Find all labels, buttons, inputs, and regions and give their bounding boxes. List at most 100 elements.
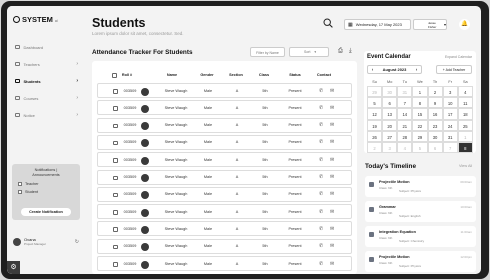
- row-checkbox[interactable]: [113, 210, 118, 215]
- table-row[interactable]: 003509 Steve Waugh Male A 5th Present ✆ ✉: [97, 117, 352, 133]
- student-checkbox[interactable]: [18, 190, 22, 195]
- print-icon[interactable]: ⎙: [338, 48, 343, 55]
- message-icon[interactable]: ✉: [330, 88, 334, 94]
- table-row[interactable]: 003509 Steve Waugh Male A 5th Present ✆ ✉: [97, 186, 352, 202]
- expand-calendar-link[interactable]: Expand Calendar: [445, 55, 472, 59]
- row-checkbox[interactable]: [113, 140, 118, 146]
- calendar-day[interactable]: 8: [457, 141, 473, 154]
- phone-icon[interactable]: ✆: [319, 88, 323, 94]
- message-icon[interactable]: ✉: [330, 157, 334, 163]
- message-icon[interactable]: ✉: [330, 226, 334, 232]
- calendar-day[interactable]: 22: [412, 119, 428, 131]
- bell-icon[interactable]: 🔔: [459, 19, 470, 30]
- calendar-day[interactable]: 24: [442, 119, 458, 131]
- sidebar-item-courses[interactable]: Courses ›: [13, 91, 81, 105]
- calendar-day[interactable]: 8: [412, 97, 428, 109]
- timeline-item[interactable]: Projectile Motion Class: 6th Subject: Phys…: [365, 251, 476, 272]
- row-checkbox[interactable]: [113, 106, 118, 111]
- calendar-day[interactable]: 25: [457, 119, 473, 131]
- date-display[interactable]: ▦ Wednesday, 17 May 2023: [344, 19, 411, 30]
- create-notification-button[interactable]: Create Notification: [21, 208, 71, 216]
- teacher-checkbox-row[interactable]: Teacher: [16, 182, 76, 187]
- calendar-day[interactable]: 20: [382, 119, 398, 131]
- chevron-left-icon[interactable]: ‹: [368, 67, 377, 72]
- calendar-day[interactable]: 3: [382, 141, 398, 154]
- table-row[interactable]: 003509 Steve Waugh Male A 5th Present ✆ ✉: [97, 221, 352, 237]
- calendar-day[interactable]: 14: [397, 108, 413, 120]
- sort-dropdown[interactable]: Sort ▾: [289, 47, 329, 57]
- message-icon[interactable]: ✉: [330, 261, 334, 267]
- phone-icon[interactable]: ✆: [319, 174, 323, 180]
- calendar-day[interactable]: 17: [442, 108, 458, 120]
- teacher-checkbox[interactable]: [18, 182, 22, 187]
- calendar-day[interactable]: 28: [397, 130, 413, 142]
- calendar-day[interactable]: 31: [442, 130, 458, 142]
- user-profile[interactable]: Ovana Project Manager ↻: [13, 237, 81, 246]
- message-icon[interactable]: ✉: [330, 105, 334, 111]
- phone-icon[interactable]: ✆: [319, 122, 323, 128]
- sidebar-item-dashboard[interactable]: Dashboard: [13, 40, 81, 54]
- student-checkbox-row[interactable]: Student: [16, 190, 76, 195]
- view-all-link[interactable]: View All: [459, 164, 472, 168]
- select-all-checkbox[interactable]: [112, 73, 117, 78]
- table-row[interactable]: 003509 Steve Waugh Male A 5th Present ✆ ✉: [97, 238, 352, 254]
- row-checkbox[interactable]: [113, 244, 118, 250]
- message-icon[interactable]: ✉: [330, 122, 334, 128]
- profile-dropdown[interactable]: Jesse Fisher ▾: [413, 19, 447, 30]
- message-icon[interactable]: ✉: [330, 209, 334, 215]
- table-row[interactable]: 003509 Steve Waugh Male A 5th Present ✆ ✉: [97, 134, 352, 150]
- phone-icon[interactable]: ✆: [319, 105, 323, 111]
- calendar-day[interactable]: 26: [367, 130, 383, 142]
- message-icon[interactable]: ✉: [330, 191, 334, 197]
- calendar-day[interactable]: 29: [367, 86, 383, 98]
- calendar-day[interactable]: 11: [457, 97, 473, 109]
- chevron-right-icon[interactable]: ›: [412, 67, 421, 72]
- refresh-icon[interactable]: ↻: [75, 239, 79, 245]
- row-checkbox[interactable]: [113, 227, 118, 232]
- calendar-day[interactable]: 2: [367, 141, 383, 154]
- phone-icon[interactable]: ✆: [319, 209, 323, 215]
- phone-icon[interactable]: ✆: [319, 261, 323, 267]
- table-row[interactable]: 003509 Steve Waugh Male A 5th Present ✆ ✉: [97, 256, 352, 271]
- calendar-day[interactable]: 31: [397, 86, 413, 98]
- sidebar-item-teachers[interactable]: Teachers ›: [13, 57, 81, 71]
- phone-icon[interactable]: ✆: [319, 157, 323, 163]
- calendar-day[interactable]: 4: [457, 86, 473, 98]
- row-checkbox[interactable]: [113, 175, 118, 180]
- calendar-day[interactable]: 4: [397, 141, 413, 154]
- calendar-day[interactable]: 10: [442, 97, 458, 109]
- calendar-day[interactable]: 27: [382, 130, 398, 142]
- calendar-day[interactable]: 16: [427, 108, 443, 120]
- add-teacher-button[interactable]: + Add Teacher: [436, 65, 472, 74]
- calendar-day[interactable]: 21: [397, 119, 413, 131]
- row-checkbox[interactable]: [113, 262, 118, 267]
- calendar-day[interactable]: 7: [442, 141, 458, 154]
- table-row[interactable]: 003509 Steve Waugh Male A 5th Present ✆ ✉: [97, 100, 352, 116]
- calendar-day[interactable]: 15: [412, 108, 428, 120]
- calendar-day[interactable]: 6: [382, 97, 398, 109]
- calendar-day[interactable]: 12: [367, 108, 383, 120]
- calendar-day[interactable]: 7: [397, 97, 413, 109]
- table-row[interactable]: 003509 Steve Waugh Male A 5th Present ✆ ✉: [97, 152, 352, 168]
- message-icon[interactable]: ✉: [330, 243, 334, 249]
- phone-icon[interactable]: ✆: [319, 191, 323, 197]
- row-checkbox[interactable]: [113, 158, 118, 163]
- calendar-day[interactable]: 19: [367, 119, 383, 131]
- calendar-day[interactable]: 6: [427, 141, 443, 154]
- row-checkbox[interactable]: [113, 192, 118, 198]
- timeline-item[interactable]: Integration Equation Class: 6th Subject: C…: [365, 226, 476, 247]
- phone-icon[interactable]: ✆: [319, 243, 323, 249]
- search-icon[interactable]: [323, 18, 333, 28]
- calendar-day[interactable]: 5: [367, 97, 383, 109]
- calendar-day[interactable]: 1: [457, 130, 473, 142]
- calendar-day[interactable]: 30: [382, 86, 398, 98]
- calendar-day[interactable]: 13: [382, 108, 398, 120]
- calendar-day[interactable]: 30: [427, 130, 443, 142]
- sidebar-item-notice[interactable]: Notice ›: [13, 108, 81, 122]
- filter-by-name-input[interactable]: Filter by Name: [250, 47, 285, 57]
- gear-icon[interactable]: ⚙: [7, 261, 20, 274]
- calendar-day[interactable]: 23: [427, 119, 443, 131]
- row-checkbox[interactable]: [113, 89, 118, 94]
- calendar-day[interactable]: 5: [412, 141, 428, 154]
- timeline-item[interactable]: Projectile Motion Class: 6th Subject: Phys…: [365, 176, 476, 197]
